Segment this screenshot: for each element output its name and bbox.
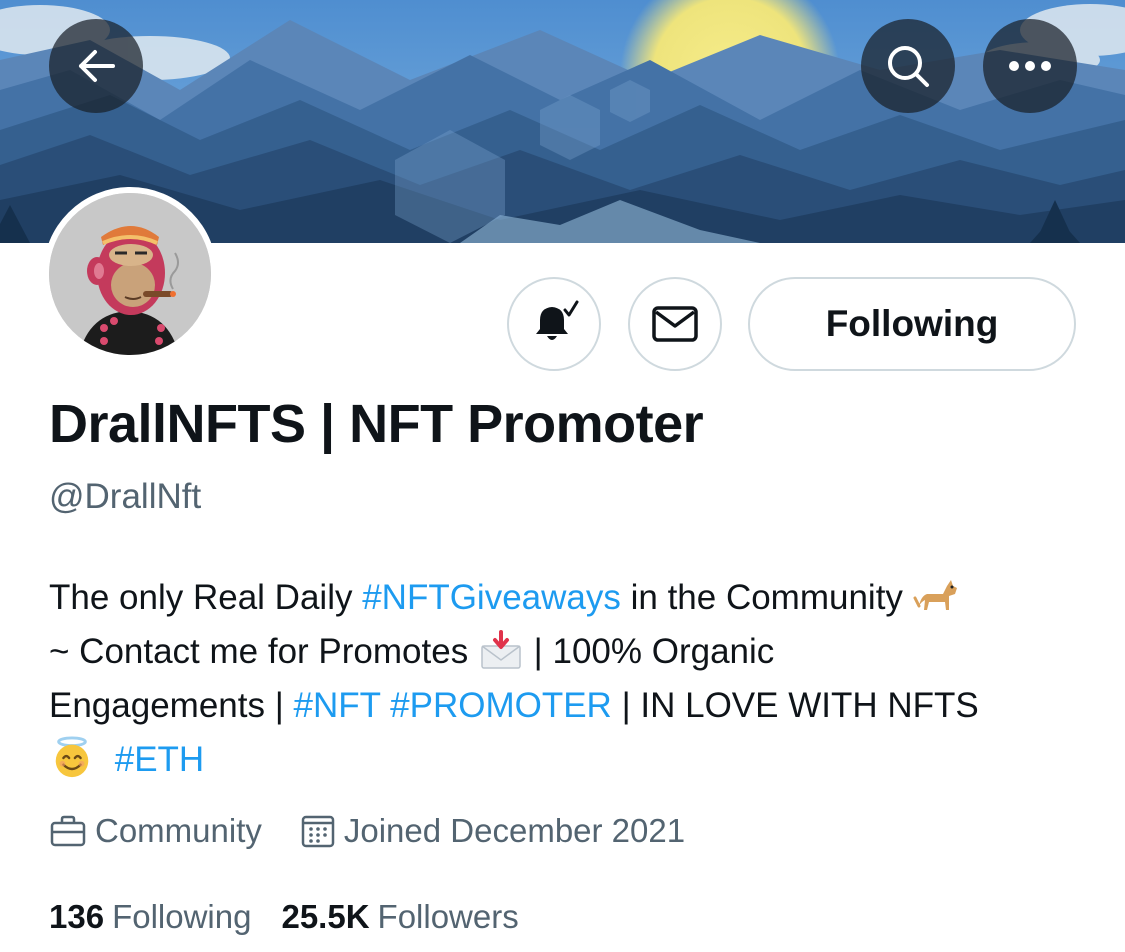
message-button[interactable] xyxy=(628,277,722,371)
arrow-left-icon xyxy=(79,50,115,82)
bio-text: Engagements | xyxy=(49,686,294,725)
following-count: 136 xyxy=(49,898,105,935)
angel-face-emoji-icon xyxy=(55,736,89,778)
hashtag-link[interactable]: #NFTGiveaways xyxy=(362,578,621,617)
more-horizontal-icon xyxy=(1009,61,1051,71)
following-stat-label: Following xyxy=(112,898,252,935)
search-icon xyxy=(888,46,929,87)
calendar-icon xyxy=(301,815,335,848)
bio-line-3: Engagements | #NFT #PROMOTER | IN LOVE W… xyxy=(49,679,1069,733)
profile-meta: Community Joined December 2021 xyxy=(49,812,723,850)
bell-check-icon xyxy=(536,300,579,340)
hashtag-link[interactable]: #ETH xyxy=(115,740,204,779)
bio-line-1: The only Real Daily #NFTGiveaways in the… xyxy=(49,571,1069,625)
ape-avatar-image xyxy=(49,193,211,355)
hashtag-link[interactable]: #PROMOTER xyxy=(390,686,612,725)
briefcase-icon xyxy=(50,815,86,847)
profile-stats: 136 Following 25.5K Followers xyxy=(49,898,549,936)
envelope-icon xyxy=(652,306,698,342)
profile-joined: Joined December 2021 xyxy=(300,812,685,850)
followers-stat-label: Followers xyxy=(377,898,519,935)
bio-text: ~ Contact me for Promotes xyxy=(49,632,469,671)
following-button[interactable]: Following xyxy=(748,277,1076,371)
following-button-label: Following xyxy=(825,303,999,344)
profile-name: DrallNFTS | NFT Promoter xyxy=(49,394,704,454)
avatar[interactable] xyxy=(49,193,211,355)
bio-line-2: ~ Contact me for Promotes | 100% Organic xyxy=(49,625,1069,679)
bio-text: The only Real Daily xyxy=(49,578,363,617)
bio-line-4: #ETH xyxy=(49,733,1069,787)
category-label: Community xyxy=(95,812,262,849)
hashtag-link[interactable]: #NFT xyxy=(294,686,381,725)
followers-count: 25.5K xyxy=(281,898,370,935)
more-button[interactable] xyxy=(983,19,1077,113)
profile-handle: @DrallNft xyxy=(49,477,202,516)
bio-text: | IN LOVE WITH NFTS xyxy=(611,686,979,725)
back-button[interactable] xyxy=(49,19,143,113)
dog-emoji-icon xyxy=(913,580,957,610)
following-stat-link[interactable]: 136 Following xyxy=(49,898,251,936)
search-button[interactable] xyxy=(861,19,955,113)
followers-stat-link[interactable]: 25.5K Followers xyxy=(281,898,518,936)
bio-text: in the Community xyxy=(620,578,903,617)
joined-label: Joined December 2021 xyxy=(343,812,686,849)
envelope-arrow-emoji-icon xyxy=(481,630,521,669)
notifications-button[interactable] xyxy=(507,277,601,371)
profile-bio: The only Real Daily #NFTGiveaways in the… xyxy=(49,571,1069,787)
profile-category: Community xyxy=(49,812,262,850)
bio-text: | 100% Organic xyxy=(523,632,775,671)
